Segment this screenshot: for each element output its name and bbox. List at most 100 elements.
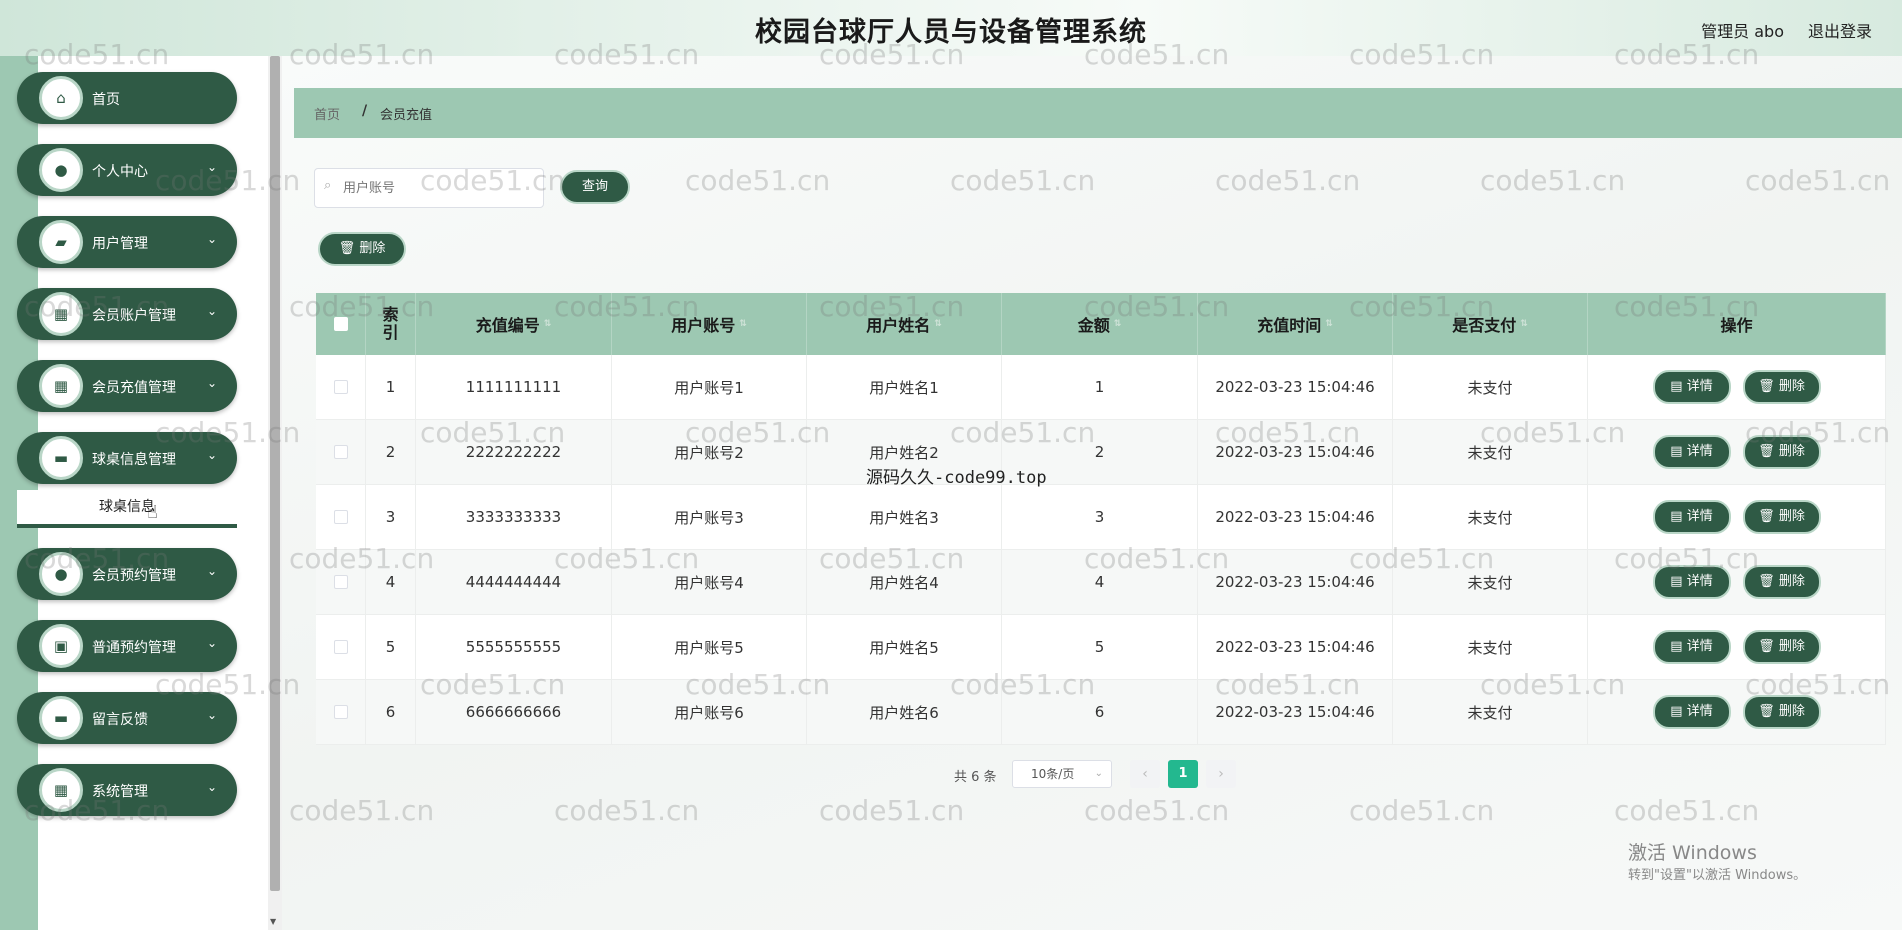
cell-name: 用户姓名5 bbox=[807, 615, 1002, 679]
sidebar-item-1[interactable]: ● 个人中心 ⌄ bbox=[17, 144, 237, 196]
row-checkbox[interactable] bbox=[333, 640, 348, 654]
sidebar-item-4[interactable]: ▦ 会员充值管理 ⌄ bbox=[17, 360, 237, 412]
pagination-total: 共 6 条 bbox=[954, 770, 997, 785]
sidebar-item-0[interactable]: ⌂ 首页 bbox=[17, 72, 237, 124]
detail-button-label: 详情 bbox=[1686, 574, 1713, 589]
prev-page-button[interactable]: ‹ bbox=[1130, 760, 1160, 788]
logout-link[interactable]: 退出登录 bbox=[1808, 18, 1872, 42]
sidebar-item-2[interactable]: ▰ 用户管理 ⌄ bbox=[17, 216, 237, 268]
delete-button[interactable]: 🗑 删除 bbox=[1742, 565, 1821, 599]
cell-name: 用户姓名1 bbox=[807, 355, 1002, 419]
page-size-select[interactable]: 10条/页 ⌄ bbox=[1012, 760, 1112, 788]
grid-icon: ▦ bbox=[39, 768, 83, 812]
page-number-button[interactable]: 1 bbox=[1168, 760, 1198, 788]
detail-button[interactable]: ▤ 详情 bbox=[1652, 500, 1731, 534]
detail-button-label: 详情 bbox=[1686, 704, 1713, 719]
query-button[interactable]: 查询 bbox=[560, 170, 630, 204]
sidebar-item-label: 会员充值管理 bbox=[92, 380, 176, 396]
header-label: 用户姓名 bbox=[866, 316, 931, 335]
row-checkbox[interactable] bbox=[333, 510, 348, 524]
delete-button-label: 删除 bbox=[1778, 379, 1805, 394]
row-checkbox[interactable] bbox=[333, 380, 348, 394]
cell-time: 2022-03-23 15:04:46 bbox=[1198, 550, 1393, 614]
sidebar-item-3[interactable]: ▦ 会员账户管理 ⌄ bbox=[17, 288, 237, 340]
sidebar-item-9[interactable]: ▦ 系统管理 ⌄ bbox=[17, 764, 237, 816]
cell-account: 用户账号6 bbox=[612, 680, 807, 744]
detail-button[interactable]: ▤ 详情 bbox=[1652, 565, 1731, 599]
delete-button[interactable]: 🗑 删除 bbox=[1742, 630, 1821, 664]
cell-actions: ▤ 详情 🗑 删除 bbox=[1588, 550, 1886, 614]
sidebar-item-8[interactable]: ▬ 留言反馈 ⌄ bbox=[17, 692, 237, 744]
header-amount[interactable]: 金额 ⇅ bbox=[1002, 293, 1198, 355]
sidebar-subitem-table-info[interactable]: 球桌信息 ☝ bbox=[17, 490, 237, 528]
table-row: 5 5555555555 用户账号5 用户姓名5 5 2022-03-23 15:04:4… bbox=[316, 615, 1886, 680]
sidebar-item-label: 普通预约管理 bbox=[92, 640, 176, 656]
cell-index: 1 bbox=[366, 355, 416, 419]
detail-button[interactable]: ▤ 详情 bbox=[1652, 370, 1731, 404]
sort-icon[interactable]: ⇅ bbox=[1520, 319, 1528, 329]
chevron-down-icon: ⌄ bbox=[206, 564, 217, 578]
delete-button[interactable]: 🗑 删除 bbox=[1742, 435, 1821, 469]
windows-activation-title: 激活 Windows bbox=[1628, 842, 1757, 864]
row-checkbox[interactable] bbox=[333, 705, 348, 719]
row-select-cell bbox=[316, 355, 366, 419]
detail-button[interactable]: ▤ 详情 bbox=[1652, 630, 1731, 664]
sidebar-item-7[interactable]: ▣ 普通预约管理 ⌄ bbox=[17, 620, 237, 672]
sidebar-item-label: 首页 bbox=[92, 92, 120, 108]
cell-account: 用户账号5 bbox=[612, 615, 807, 679]
header-actions: 操作 bbox=[1588, 293, 1886, 355]
sidebar-item-6[interactable]: ● 会员预约管理 ⌄ bbox=[17, 548, 237, 600]
watermark-caption: 源码久久-code99.top bbox=[866, 468, 1047, 488]
delete-button-label: 删除 bbox=[1778, 639, 1805, 654]
sort-icon[interactable]: ⇅ bbox=[544, 319, 552, 329]
header-label: 操作 bbox=[1720, 316, 1753, 335]
cell-paid: 未支付 bbox=[1393, 615, 1588, 679]
row-checkbox[interactable] bbox=[333, 445, 348, 459]
document-icon: ▤ bbox=[1670, 704, 1687, 719]
cell-time: 2022-03-23 15:04:46 bbox=[1198, 420, 1393, 484]
trash-icon: 🗑 bbox=[1758, 574, 1779, 589]
scrollbar-thumb[interactable] bbox=[270, 56, 280, 891]
header-name[interactable]: 用户姓名 ⇅ bbox=[807, 293, 1002, 355]
scroll-down-arrow-icon[interactable]: ▼ bbox=[270, 917, 276, 926]
recharge-table: 索引 充值编号 ⇅ 用户账号 ⇅ 用户姓名 ⇅ 金额 ⇅ 充值时间 ⇅ 是否支付 ⇅ 操作 bbox=[316, 293, 1886, 745]
next-page-button[interactable]: › bbox=[1206, 760, 1236, 788]
sort-icon[interactable]: ⇅ bbox=[1325, 319, 1333, 329]
detail-button[interactable]: ▤ 详情 bbox=[1652, 435, 1731, 469]
header-label: 是否支付 bbox=[1452, 316, 1517, 335]
header-paid[interactable]: 是否支付 ⇅ bbox=[1393, 293, 1588, 355]
sidebar-scrollbar[interactable]: ▼ bbox=[268, 56, 282, 930]
cell-amount: 1 bbox=[1002, 355, 1198, 419]
sort-icon[interactable]: ⇅ bbox=[934, 319, 942, 329]
header-account[interactable]: 用户账号 ⇅ bbox=[612, 293, 807, 355]
detail-button[interactable]: ▤ 详情 bbox=[1652, 695, 1731, 729]
delete-button[interactable]: 🗑 删除 bbox=[1742, 500, 1821, 534]
detail-button-label: 详情 bbox=[1686, 379, 1713, 394]
header-time[interactable]: 充值时间 ⇅ bbox=[1198, 293, 1393, 355]
cell-paid: 未支付 bbox=[1393, 680, 1588, 744]
chevron-down-icon: ⌄ bbox=[206, 376, 217, 390]
batch-delete-button[interactable]: 🗑 删除 bbox=[318, 232, 406, 266]
delete-button[interactable]: 🗑 删除 bbox=[1742, 695, 1821, 729]
sidebar-item-5[interactable]: ▬ 球桌信息管理 ⌄ bbox=[17, 432, 237, 484]
cell-time: 2022-03-23 15:04:46 bbox=[1198, 355, 1393, 419]
current-user: 管理员 abo bbox=[1701, 22, 1784, 41]
select-all-checkbox[interactable] bbox=[333, 317, 348, 331]
cell-paid: 未支付 bbox=[1393, 355, 1588, 419]
header-recharge-no[interactable]: 充值编号 ⇅ bbox=[416, 293, 612, 355]
sort-icon[interactable]: ⇅ bbox=[739, 319, 747, 329]
cell-account: 用户账号4 bbox=[612, 550, 807, 614]
sidebar-item-label: 会员账户管理 bbox=[92, 308, 176, 324]
table-row: 2 2222222222 用户账号2 用户姓名2 2 2022-03-23 15:04:4… bbox=[316, 420, 1886, 485]
row-select-cell bbox=[316, 420, 366, 484]
delete-button[interactable]: 🗑 删除 bbox=[1742, 370, 1821, 404]
trash-icon: 🗑 bbox=[338, 241, 356, 256]
search-input[interactable] bbox=[314, 168, 544, 208]
sort-icon[interactable]: ⇅ bbox=[1114, 319, 1122, 329]
row-checkbox[interactable] bbox=[333, 575, 348, 589]
cell-recharge-no: 6666666666 bbox=[416, 680, 612, 744]
pagination: 共 6 条 10条/页 ⌄ ‹ 1 › bbox=[282, 758, 1902, 788]
batch-delete-label: 删除 bbox=[359, 241, 386, 256]
trash-icon: 🗑 bbox=[1758, 639, 1779, 654]
breadcrumb-home[interactable]: 首页 bbox=[314, 104, 340, 123]
